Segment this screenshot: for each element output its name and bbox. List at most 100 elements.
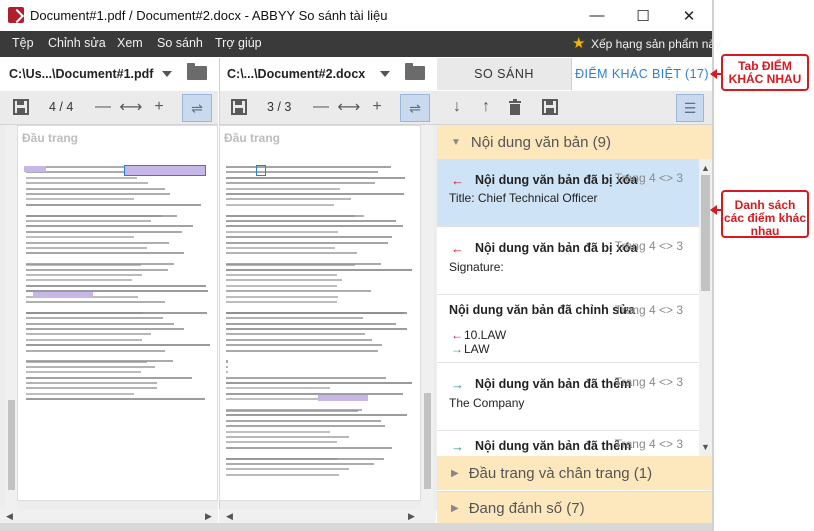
group-headers-footers[interactable]: ▶ Đầu trang và chân trang (1) [437,456,712,490]
save-icon[interactable] [10,96,32,118]
document-text-line [226,268,412,271]
document-text-line [226,414,407,417]
minimize-button[interactable]: — [574,0,620,31]
document-text-line [226,284,337,287]
selected-difference-highlight[interactable] [256,165,266,176]
menu-compare[interactable]: So sánh [157,36,203,50]
zoom-in-icon[interactable]: + [366,96,388,118]
difference-type: Nội dung văn bản đã chỉnh sửa [449,303,636,317]
document-text-line [26,387,157,390]
maximize-button[interactable]: ☐ [620,0,666,31]
document-text-line [226,436,349,438]
scroll-down-arrow[interactable]: ▼ [701,442,710,452]
scroll-thumb[interactable] [424,393,431,489]
difference-detail: The Company [449,396,525,410]
folder-icon[interactable] [405,63,425,80]
window-title: Document#1.pdf / Document#2.docx - ABBYY… [30,8,388,23]
menu-help[interactable]: Trợ giúp [215,36,262,50]
document-text-line [226,236,392,239]
difference-page: Trang 4 <> 3 [614,437,683,451]
rate-product-link[interactable]: Xếp hạng sản phẩm này [591,37,721,51]
group-numbering[interactable]: ▶ Đang đánh số (7) [437,491,712,524]
document-text-line [26,344,210,347]
right-horizontal-scrollbar[interactable] [219,509,436,523]
fit-width-icon[interactable]: ⟷ [338,96,361,118]
document-text-line [26,371,141,374]
document-text-line [226,457,338,460]
right-doc-name[interactable]: C:\...\Document#2.docx [227,67,365,81]
close-button[interactable]: ✕ [666,0,712,31]
group-text-content[interactable]: ▼ Nội dung văn bản (9) [437,125,712,159]
added-arrow-icon: → [451,342,463,356]
left-vertical-scrollbar[interactable] [6,125,17,511]
left-doc-name[interactable]: C:\Us...\Document#1.pdf [9,67,153,81]
document-text-line [26,203,201,206]
scroll-left-arrow[interactable]: ◀ [6,511,13,522]
document-text-line [26,338,142,341]
scroll-thumb[interactable] [701,175,710,291]
expand-triangle-icon[interactable]: ▶ [451,468,459,479]
tab-differences[interactable]: ĐIỂM KHÁC BIỆT (17) [572,58,712,90]
chevron-down-icon[interactable] [380,71,390,77]
zoom-in-icon[interactable]: + [148,96,170,118]
highlight-mark [318,395,368,401]
previous-difference-icon[interactable]: ↑ [475,96,497,118]
document-text-line [26,182,148,185]
document-text-line [26,274,142,276]
save-icon[interactable] [539,96,561,118]
document-text-line [226,263,381,266]
difference-item[interactable]: ← Nội dung văn bản đã bị xóa Trang 4 <> … [437,227,699,295]
folder-icon[interactable] [187,63,207,80]
document-text-line [226,220,396,222]
menu-file[interactable]: Tệp [12,36,34,50]
scroll-left-arrow[interactable]: ◀ [226,511,233,522]
deleted-arrow-icon: ← [451,241,464,256]
save-icon[interactable] [228,96,250,118]
menu-edit[interactable]: Chỉnh sửa [48,36,106,50]
document-text-line [26,225,193,228]
document-text-line [26,247,147,249]
difference-item[interactable]: ← Nội dung văn bản đã bị xóa Trang 4 <> … [437,159,699,227]
zoom-out-icon[interactable]: — [92,96,114,118]
scroll-right-arrow[interactable]: ▶ [408,511,415,522]
right-page-number[interactable]: 3 / 3 [267,100,291,114]
selected-difference-highlight[interactable] [124,165,206,176]
document-text-line [26,214,162,217]
difference-item[interactable]: → Nội dung văn bản đã thêm Trang 4 <> 3 … [437,363,699,431]
scroll-thumb[interactable] [8,400,15,490]
difference-type: Nội dung văn bản đã thêm [475,439,632,453]
delete-icon[interactable] [504,96,526,118]
star-icon[interactable]: ★ [572,36,585,51]
menu-view[interactable]: Xem [117,36,143,50]
difference-item[interactable]: Nội dung văn bản đã chỉnh sửa Trang 4 <>… [437,295,699,363]
document-text-line [226,333,365,336]
zoom-out-icon[interactable]: — [310,96,332,118]
document-text-line [26,193,170,195]
left-page-number[interactable]: 4 / 4 [49,100,73,114]
document-text-line [226,187,340,190]
collapse-triangle-icon[interactable]: ▼ [451,137,461,148]
next-difference-icon[interactable]: ↓ [446,96,468,118]
document-text-line [226,322,396,325]
difference-type: Nội dung văn bản đã bị xóa [475,173,638,187]
tab-compare[interactable]: SO SÁNH [437,58,572,90]
status-strip [0,523,712,531]
scroll-right-arrow[interactable]: ▶ [205,511,212,522]
sync-scroll-button[interactable]: ⇌ [182,94,212,122]
right-vertical-scrollbar[interactable] [422,125,433,511]
document-text-line [226,328,407,330]
document-text-line [226,409,362,411]
document-text-line [26,322,174,325]
difference-item[interactable]: → Nội dung văn bản đã thêm Trang 4 <> 3 [437,431,699,456]
left-horizontal-scrollbar[interactable] [0,509,218,523]
sync-scroll-button[interactable]: ⇌ [400,94,430,122]
scroll-up-arrow[interactable]: ▲ [701,163,710,173]
list-view-icon[interactable]: ☰ [676,94,704,122]
header-label: Đầu trang [224,131,281,145]
fit-width-icon[interactable]: ⟷ [120,96,143,118]
chevron-down-icon[interactable] [162,71,172,77]
expand-triangle-icon[interactable]: ▶ [451,503,459,514]
difference-list-scrollbar[interactable]: ▲ ▼ [699,159,712,456]
deleted-arrow-icon: ← [451,173,464,188]
added-arrow-icon: → [451,377,464,392]
